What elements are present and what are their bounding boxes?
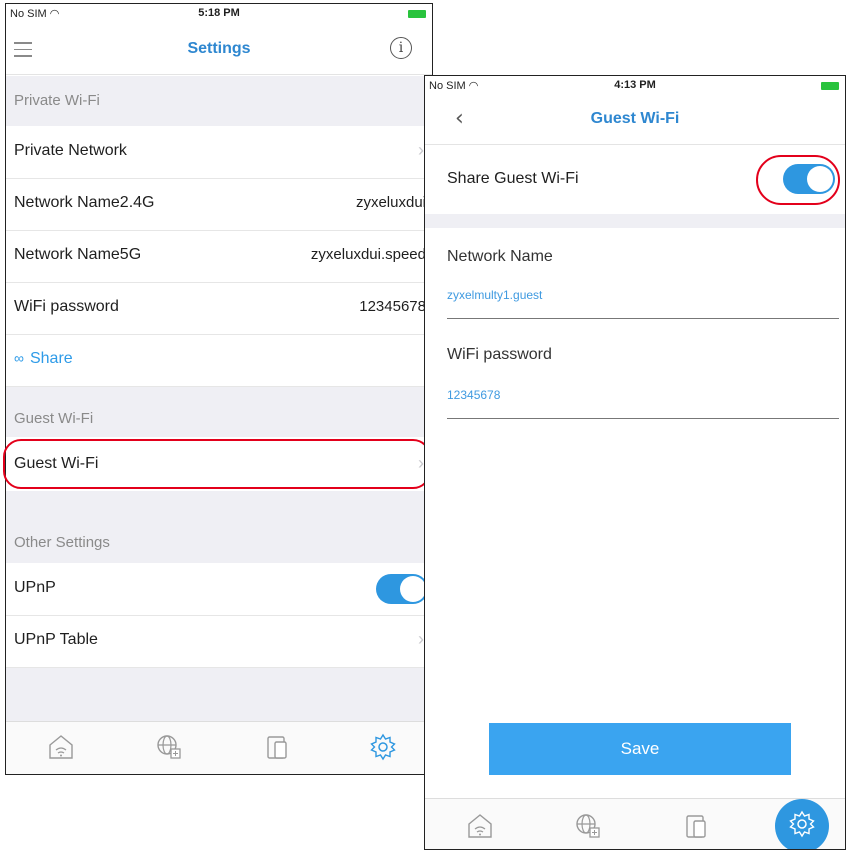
row-value: 12345678 xyxy=(359,298,426,315)
status-bar: No SIM ◠ 4:13 PM xyxy=(425,76,845,96)
tab-devices[interactable] xyxy=(681,811,711,841)
settings-screen: No SIM ◠ 5:18 PM Settings i Private Wi-Fi… xyxy=(5,3,433,775)
upnp-table-row[interactable]: UPnP Table › xyxy=(6,615,432,668)
section-divider xyxy=(425,214,845,228)
battery-icon xyxy=(821,82,839,90)
row-label: UPnP xyxy=(14,579,56,596)
devices-icon xyxy=(686,815,706,838)
network-name-24-row[interactable]: Network Name2.4G zyxeluxdui xyxy=(6,178,432,231)
section-footer xyxy=(6,668,432,724)
battery-icon xyxy=(408,10,426,18)
tab-bar xyxy=(6,721,432,774)
home-icon xyxy=(49,735,73,759)
info-button[interactable]: i xyxy=(390,37,412,59)
wifi-password-label: WiFi password xyxy=(447,346,552,363)
wifi-password-field[interactable]: 12345678 xyxy=(447,388,500,402)
page-title: Guest Wi-Fi xyxy=(590,110,680,127)
share-toggle-highlight xyxy=(756,155,840,205)
network-name-label: Network Name xyxy=(447,248,553,265)
row-label: Network Name2.4G xyxy=(14,194,155,211)
private-network-row[interactable]: Private Network › xyxy=(6,126,432,179)
save-button[interactable]: Save xyxy=(489,723,791,775)
row-value: zyxeluxdui.speed xyxy=(310,246,426,263)
tab-home[interactable] xyxy=(465,811,495,841)
nav-bar: ‹ Guest Wi-Fi xyxy=(425,94,845,145)
settings-icon xyxy=(370,733,396,761)
nav-bar: Settings i xyxy=(6,24,432,75)
network-name-underline xyxy=(447,318,839,319)
row-label: Private Network xyxy=(14,142,127,159)
toggle-knob xyxy=(400,576,426,602)
network-name-5-row[interactable]: Network Name5G zyxeluxdui.speed xyxy=(6,230,432,283)
tab-settings[interactable] xyxy=(368,732,398,762)
guest-wifi-highlight xyxy=(3,439,431,489)
status-time: 4:13 PM xyxy=(614,79,656,91)
row-label: Network Name5G xyxy=(14,246,142,263)
section-header-other: Other Settings xyxy=(6,491,432,563)
row-label: WiFi password xyxy=(14,298,119,315)
wifi-password-underline xyxy=(447,418,839,419)
globe-icon xyxy=(576,814,600,838)
row-label: UPnP Table xyxy=(14,631,98,648)
upnp-toggle[interactable] xyxy=(376,574,428,604)
tab-internet[interactable] xyxy=(573,811,603,841)
wifi-password-row[interactable]: WiFi password 12345678 xyxy=(6,282,432,335)
network-name-field[interactable]: zyxelmulty1.guest xyxy=(447,288,542,302)
upnp-row: UPnP xyxy=(6,563,432,616)
share-icon: ∞ xyxy=(14,350,24,366)
home-icon xyxy=(468,814,492,838)
status-bar: No SIM ◠ 5:18 PM xyxy=(6,4,432,24)
settings-icon xyxy=(789,810,815,838)
section-header-private: Private Wi-Fi xyxy=(6,76,432,126)
tab-bar xyxy=(425,798,845,849)
devices-icon xyxy=(267,736,287,759)
tab-internet[interactable] xyxy=(154,732,184,762)
row-label: Share Guest Wi-Fi xyxy=(447,170,579,187)
tab-home[interactable] xyxy=(46,732,76,762)
row-value: zyxeluxdui xyxy=(355,194,426,211)
section-header-guest: Guest Wi-Fi xyxy=(6,387,432,437)
globe-icon xyxy=(157,735,181,759)
share-button[interactable]: ∞ Share xyxy=(14,350,73,368)
tab-devices[interactable] xyxy=(262,732,292,762)
tab-settings[interactable] xyxy=(775,799,829,849)
status-time: 5:18 PM xyxy=(198,7,240,19)
page-title: Settings xyxy=(187,40,251,57)
share-row[interactable]: ∞ Share xyxy=(6,334,432,387)
